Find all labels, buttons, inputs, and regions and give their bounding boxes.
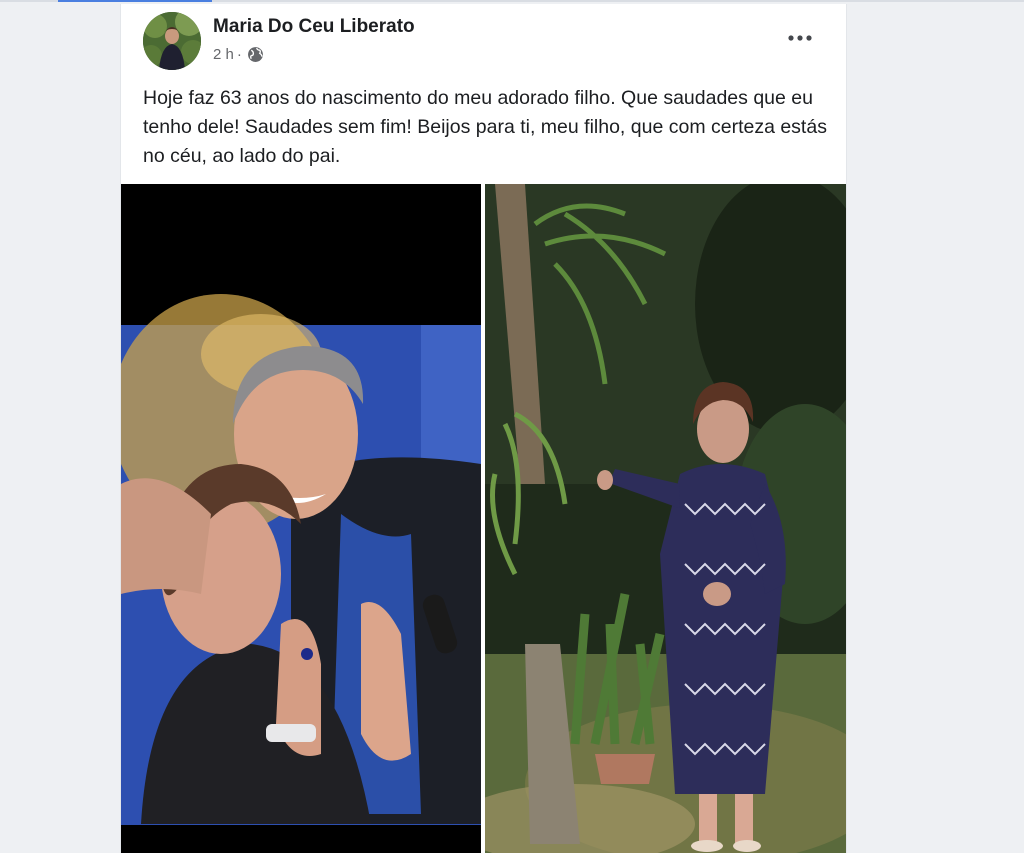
page: Maria Do Ceu Liberato 2 h · Hoje faz 63 … xyxy=(0,0,1024,853)
active-indicator xyxy=(58,0,212,2)
photo-woman-in-garden[interactable] xyxy=(485,184,846,853)
post-card: Maria Do Ceu Liberato 2 h · Hoje faz 63 … xyxy=(120,4,847,853)
author-name[interactable]: Maria Do Ceu Liberato xyxy=(213,16,415,38)
post-header: Maria Do Ceu Liberato 2 h · xyxy=(121,4,846,84)
avatar[interactable] xyxy=(143,12,201,70)
post-meta: 2 h · xyxy=(213,46,264,63)
more-options-icon xyxy=(788,35,812,41)
photo-mother-and-son[interactable] xyxy=(121,184,481,853)
post-timestamp[interactable]: 2 h xyxy=(213,46,234,63)
post-text: Hoje faz 63 anos do nascimento do meu ad… xyxy=(143,87,827,167)
top-divider xyxy=(0,0,1024,2)
globe-icon[interactable] xyxy=(247,46,264,63)
meta-separator: · xyxy=(236,46,242,63)
more-options-button[interactable] xyxy=(782,26,818,50)
